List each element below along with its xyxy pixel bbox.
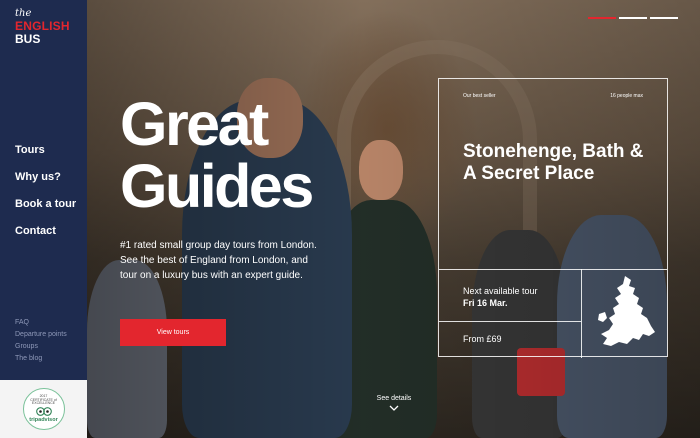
slide-indicator-active[interactable] bbox=[588, 17, 616, 19]
tour-title[interactable]: Stonehenge, Bath & A Secret Place bbox=[463, 141, 653, 185]
nav-link-the-blog[interactable]: The blog bbox=[15, 355, 67, 367]
nav-link-faq[interactable]: FAQ bbox=[15, 319, 67, 331]
secondary-nav: FAQ Departure points Groups The blog bbox=[15, 319, 67, 367]
logo-english: ENGLISH bbox=[15, 19, 70, 33]
tripadvisor-wordmark: tripadvisor bbox=[29, 417, 58, 424]
card-divider bbox=[439, 269, 667, 270]
chevron-down-icon bbox=[389, 405, 399, 411]
card-divider bbox=[581, 269, 582, 358]
group-size-badge: 16 people max bbox=[610, 93, 643, 99]
england-map-icon bbox=[598, 276, 655, 346]
best-seller-badge: Our best seller bbox=[463, 93, 496, 99]
next-tour-date: Fri 16 Mar. bbox=[463, 298, 508, 308]
tour-card-header: Our best seller 16 people max Stonehenge… bbox=[439, 79, 667, 269]
featured-tour-card[interactable]: Our best seller 16 people max Stonehenge… bbox=[438, 78, 668, 358]
tripadvisor-owl-icon bbox=[35, 407, 52, 417]
nav-item-contact[interactable]: Contact bbox=[15, 225, 76, 252]
see-details-label: See details bbox=[376, 395, 412, 402]
slide-indicators bbox=[588, 17, 678, 19]
site-logo[interactable]: the ENGLISH BUS bbox=[15, 8, 70, 46]
tripadvisor-certificate-badge[interactable]: 2017 CERTIFICATE of EXCELLENCE tripadvis… bbox=[22, 388, 65, 430]
hero: Great Guides #1 rated small group day to… bbox=[87, 0, 700, 438]
nav-item-tours[interactable]: Tours bbox=[15, 144, 76, 171]
card-divider bbox=[439, 321, 581, 322]
see-details-link[interactable]: See details bbox=[372, 395, 416, 411]
nav-item-why-us[interactable]: Why us? bbox=[15, 171, 76, 198]
tripadvisor-panel: 2017 CERTIFICATE of EXCELLENCE tripadvis… bbox=[0, 380, 87, 438]
hero-title-line-2: Guides bbox=[120, 152, 314, 220]
view-tours-button[interactable]: View tours bbox=[120, 319, 226, 346]
main-nav: Tours Why us? Book a tour Contact bbox=[15, 144, 76, 252]
next-tour-label: Next available tour bbox=[463, 286, 538, 296]
hero-title: Great Guides bbox=[120, 90, 314, 220]
sidebar: the ENGLISH BUS Tours Why us? Book a tou… bbox=[0, 0, 87, 438]
tour-price: From £69 bbox=[463, 334, 502, 344]
logo-the: the bbox=[15, 8, 32, 19]
slide-indicator[interactable] bbox=[650, 17, 678, 19]
nav-link-departure-points[interactable]: Departure points bbox=[15, 331, 67, 343]
nav-item-book-a-tour[interactable]: Book a tour bbox=[15, 198, 76, 225]
logo-bus: BUS bbox=[15, 32, 41, 46]
hero-title-line-1: Great bbox=[120, 90, 269, 158]
nav-link-groups[interactable]: Groups bbox=[15, 343, 67, 355]
hero-description: #1 rated small group day tours from Lond… bbox=[120, 240, 317, 281]
badge-excellence-text: EXCELLENCE bbox=[31, 401, 56, 406]
slide-indicator[interactable] bbox=[619, 17, 647, 19]
